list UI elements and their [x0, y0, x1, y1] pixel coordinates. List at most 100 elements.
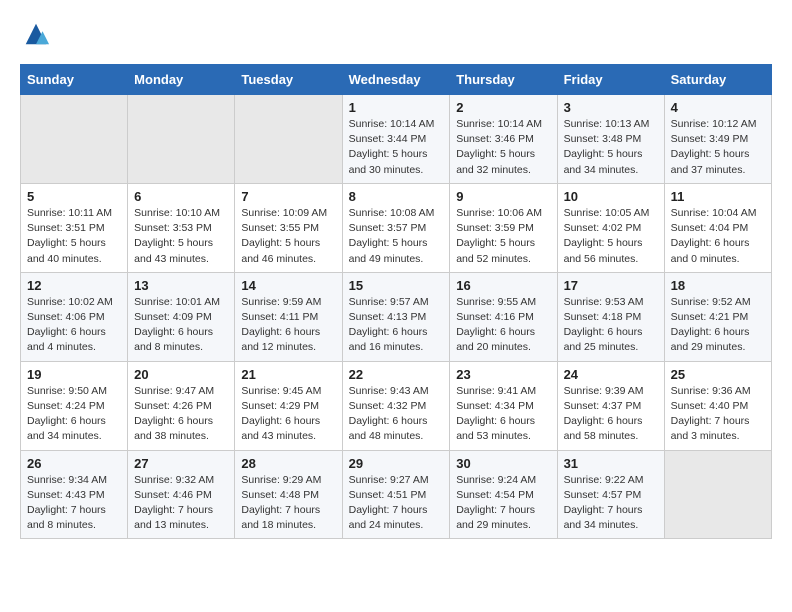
cell-content: Sunrise: 9:27 AM Sunset: 4:51 PM Dayligh…: [349, 473, 444, 534]
day-number: 13: [134, 278, 228, 293]
cell-content: Sunrise: 9:45 AM Sunset: 4:29 PM Dayligh…: [241, 384, 335, 445]
calendar-cell: 25 Sunrise: 9:36 AM Sunset: 4:40 PM Dayli…: [664, 361, 771, 450]
cell-content: Sunrise: 10:08 AM Sunset: 3:57 PM Daylig…: [349, 206, 444, 267]
calendar-cell: [235, 95, 342, 184]
cell-content: Sunrise: 9:41 AM Sunset: 4:34 PM Dayligh…: [456, 384, 550, 445]
cell-content: Sunrise: 9:50 AM Sunset: 4:24 PM Dayligh…: [27, 384, 121, 445]
cell-content: Sunrise: 9:57 AM Sunset: 4:13 PM Dayligh…: [349, 295, 444, 356]
day-number: 24: [564, 367, 658, 382]
logo-icon: [22, 20, 50, 48]
cell-content: Sunrise: 9:53 AM Sunset: 4:18 PM Dayligh…: [564, 295, 658, 356]
calendar-cell: 20 Sunrise: 9:47 AM Sunset: 4:26 PM Dayli…: [128, 361, 235, 450]
cell-content: Sunrise: 10:10 AM Sunset: 3:53 PM Daylig…: [134, 206, 228, 267]
day-number: 26: [27, 456, 121, 471]
calendar-cell: 3Sunrise: 10:13 AM Sunset: 3:48 PM Dayli…: [557, 95, 664, 184]
day-number: 11: [671, 189, 765, 204]
calendar-cell: 13 Sunrise: 10:01 AM Sunset: 4:09 PM Dayl…: [128, 272, 235, 361]
cell-content: Sunrise: 9:22 AM Sunset: 4:57 PM Dayligh…: [564, 473, 658, 534]
cell-content: Sunrise: 10:04 AM Sunset: 4:04 PM Daylig…: [671, 206, 765, 267]
day-number: 19: [27, 367, 121, 382]
calendar-cell: 23 Sunrise: 9:41 AM Sunset: 4:34 PM Dayli…: [450, 361, 557, 450]
calendar-cell: 1Sunrise: 10:14 AM Sunset: 3:44 PM Dayli…: [342, 95, 450, 184]
weekday-header: Saturday: [664, 65, 771, 95]
calendar-cell: 29 Sunrise: 9:27 AM Sunset: 4:51 PM Dayli…: [342, 450, 450, 539]
calendar-week-row: 5Sunrise: 10:11 AM Sunset: 3:51 PM Dayli…: [21, 183, 772, 272]
calendar-cell: 22 Sunrise: 9:43 AM Sunset: 4:32 PM Dayli…: [342, 361, 450, 450]
calendar-cell: 2 Sunrise: 10:14 AM Sunset: 3:46 PM Dayli…: [450, 95, 557, 184]
cell-content: Sunrise: 9:32 AM Sunset: 4:46 PM Dayligh…: [134, 473, 228, 534]
calendar-cell: 16 Sunrise: 9:55 AM Sunset: 4:16 PM Dayli…: [450, 272, 557, 361]
calendar-week-row: 19 Sunrise: 9:50 AM Sunset: 4:24 PM Dayli…: [21, 361, 772, 450]
calendar-cell: 15 Sunrise: 9:57 AM Sunset: 4:13 PM Dayli…: [342, 272, 450, 361]
calendar-cell: 18 Sunrise: 9:52 AM Sunset: 4:21 PM Dayli…: [664, 272, 771, 361]
cell-content: Sunrise: 9:39 AM Sunset: 4:37 PM Dayligh…: [564, 384, 658, 445]
weekday-header: Wednesday: [342, 65, 450, 95]
calendar-cell: 4 Sunrise: 10:12 AM Sunset: 3:49 PM Dayli…: [664, 95, 771, 184]
calendar-cell: 30Sunrise: 9:24 AM Sunset: 4:54 PM Dayli…: [450, 450, 557, 539]
day-number: 2: [456, 100, 550, 115]
calendar-cell: 28 Sunrise: 9:29 AM Sunset: 4:48 PM Dayli…: [235, 450, 342, 539]
calendar-week-row: 1Sunrise: 10:14 AM Sunset: 3:44 PM Dayli…: [21, 95, 772, 184]
cell-content: Sunrise: 9:47 AM Sunset: 4:26 PM Dayligh…: [134, 384, 228, 445]
calendar-cell: 24 Sunrise: 9:39 AM Sunset: 4:37 PM Dayli…: [557, 361, 664, 450]
day-number: 5: [27, 189, 121, 204]
day-number: 3: [564, 100, 658, 115]
day-number: 17: [564, 278, 658, 293]
weekday-header-row: SundayMondayTuesdayWednesdayThursdayFrid…: [21, 65, 772, 95]
calendar-cell: [128, 95, 235, 184]
cell-content: Sunrise: 10:01 AM Sunset: 4:09 PM Daylig…: [134, 295, 228, 356]
cell-content: Sunrise: 9:59 AM Sunset: 4:11 PM Dayligh…: [241, 295, 335, 356]
cell-content: Sunrise: 10:14 AM Sunset: 3:44 PM Daylig…: [349, 117, 444, 178]
cell-content: Sunrise: 9:55 AM Sunset: 4:16 PM Dayligh…: [456, 295, 550, 356]
weekday-header: Friday: [557, 65, 664, 95]
day-number: 4: [671, 100, 765, 115]
day-number: 14: [241, 278, 335, 293]
calendar-cell: 6Sunrise: 10:10 AM Sunset: 3:53 PM Dayli…: [128, 183, 235, 272]
day-number: 8: [349, 189, 444, 204]
calendar-cell: 12 Sunrise: 10:02 AM Sunset: 4:06 PM Dayl…: [21, 272, 128, 361]
day-number: 20: [134, 367, 228, 382]
calendar-week-row: 12 Sunrise: 10:02 AM Sunset: 4:06 PM Dayl…: [21, 272, 772, 361]
cell-content: Sunrise: 9:36 AM Sunset: 4:40 PM Dayligh…: [671, 384, 765, 445]
page-header: [20, 20, 772, 48]
day-number: 9: [456, 189, 550, 204]
cell-content: Sunrise: 10:06 AM Sunset: 3:59 PM Daylig…: [456, 206, 550, 267]
cell-content: Sunrise: 9:52 AM Sunset: 4:21 PM Dayligh…: [671, 295, 765, 356]
cell-content: Sunrise: 9:34 AM Sunset: 4:43 PM Dayligh…: [27, 473, 121, 534]
day-number: 12: [27, 278, 121, 293]
day-number: 30: [456, 456, 550, 471]
calendar-cell: 26 Sunrise: 9:34 AM Sunset: 4:43 PM Dayli…: [21, 450, 128, 539]
cell-content: Sunrise: 10:02 AM Sunset: 4:06 PM Daylig…: [27, 295, 121, 356]
cell-content: Sunrise: 10:14 AM Sunset: 3:46 PM Daylig…: [456, 117, 550, 178]
calendar-cell: 31 Sunrise: 9:22 AM Sunset: 4:57 PM Dayli…: [557, 450, 664, 539]
day-number: 31: [564, 456, 658, 471]
weekday-header: Sunday: [21, 65, 128, 95]
day-number: 29: [349, 456, 444, 471]
calendar-cell: 27 Sunrise: 9:32 AM Sunset: 4:46 PM Dayli…: [128, 450, 235, 539]
calendar-cell: 17 Sunrise: 9:53 AM Sunset: 4:18 PM Dayli…: [557, 272, 664, 361]
cell-content: Sunrise: 10:12 AM Sunset: 3:49 PM Daylig…: [671, 117, 765, 178]
day-number: 10: [564, 189, 658, 204]
calendar-cell: 5Sunrise: 10:11 AM Sunset: 3:51 PM Dayli…: [21, 183, 128, 272]
calendar-cell: 8 Sunrise: 10:08 AM Sunset: 3:57 PM Dayli…: [342, 183, 450, 272]
day-number: 7: [241, 189, 335, 204]
calendar-cell: 14 Sunrise: 9:59 AM Sunset: 4:11 PM Dayli…: [235, 272, 342, 361]
cell-content: Sunrise: 9:29 AM Sunset: 4:48 PM Dayligh…: [241, 473, 335, 534]
day-number: 22: [349, 367, 444, 382]
calendar-cell: 7Sunrise: 10:09 AM Sunset: 3:55 PM Dayli…: [235, 183, 342, 272]
calendar-cell: 10 Sunrise: 10:05 AM Sunset: 4:02 PM Dayl…: [557, 183, 664, 272]
day-number: 25: [671, 367, 765, 382]
calendar-cell: 19 Sunrise: 9:50 AM Sunset: 4:24 PM Dayli…: [21, 361, 128, 450]
weekday-header: Tuesday: [235, 65, 342, 95]
calendar-cell: 21Sunrise: 9:45 AM Sunset: 4:29 PM Dayli…: [235, 361, 342, 450]
cell-content: Sunrise: 9:43 AM Sunset: 4:32 PM Dayligh…: [349, 384, 444, 445]
day-number: 15: [349, 278, 444, 293]
calendar-cell: 11 Sunrise: 10:04 AM Sunset: 4:04 PM Dayl…: [664, 183, 771, 272]
calendar-table: SundayMondayTuesdayWednesdayThursdayFrid…: [20, 64, 772, 539]
cell-content: Sunrise: 10:05 AM Sunset: 4:02 PM Daylig…: [564, 206, 658, 267]
day-number: 18: [671, 278, 765, 293]
day-number: 23: [456, 367, 550, 382]
day-number: 16: [456, 278, 550, 293]
day-number: 27: [134, 456, 228, 471]
day-number: 28: [241, 456, 335, 471]
